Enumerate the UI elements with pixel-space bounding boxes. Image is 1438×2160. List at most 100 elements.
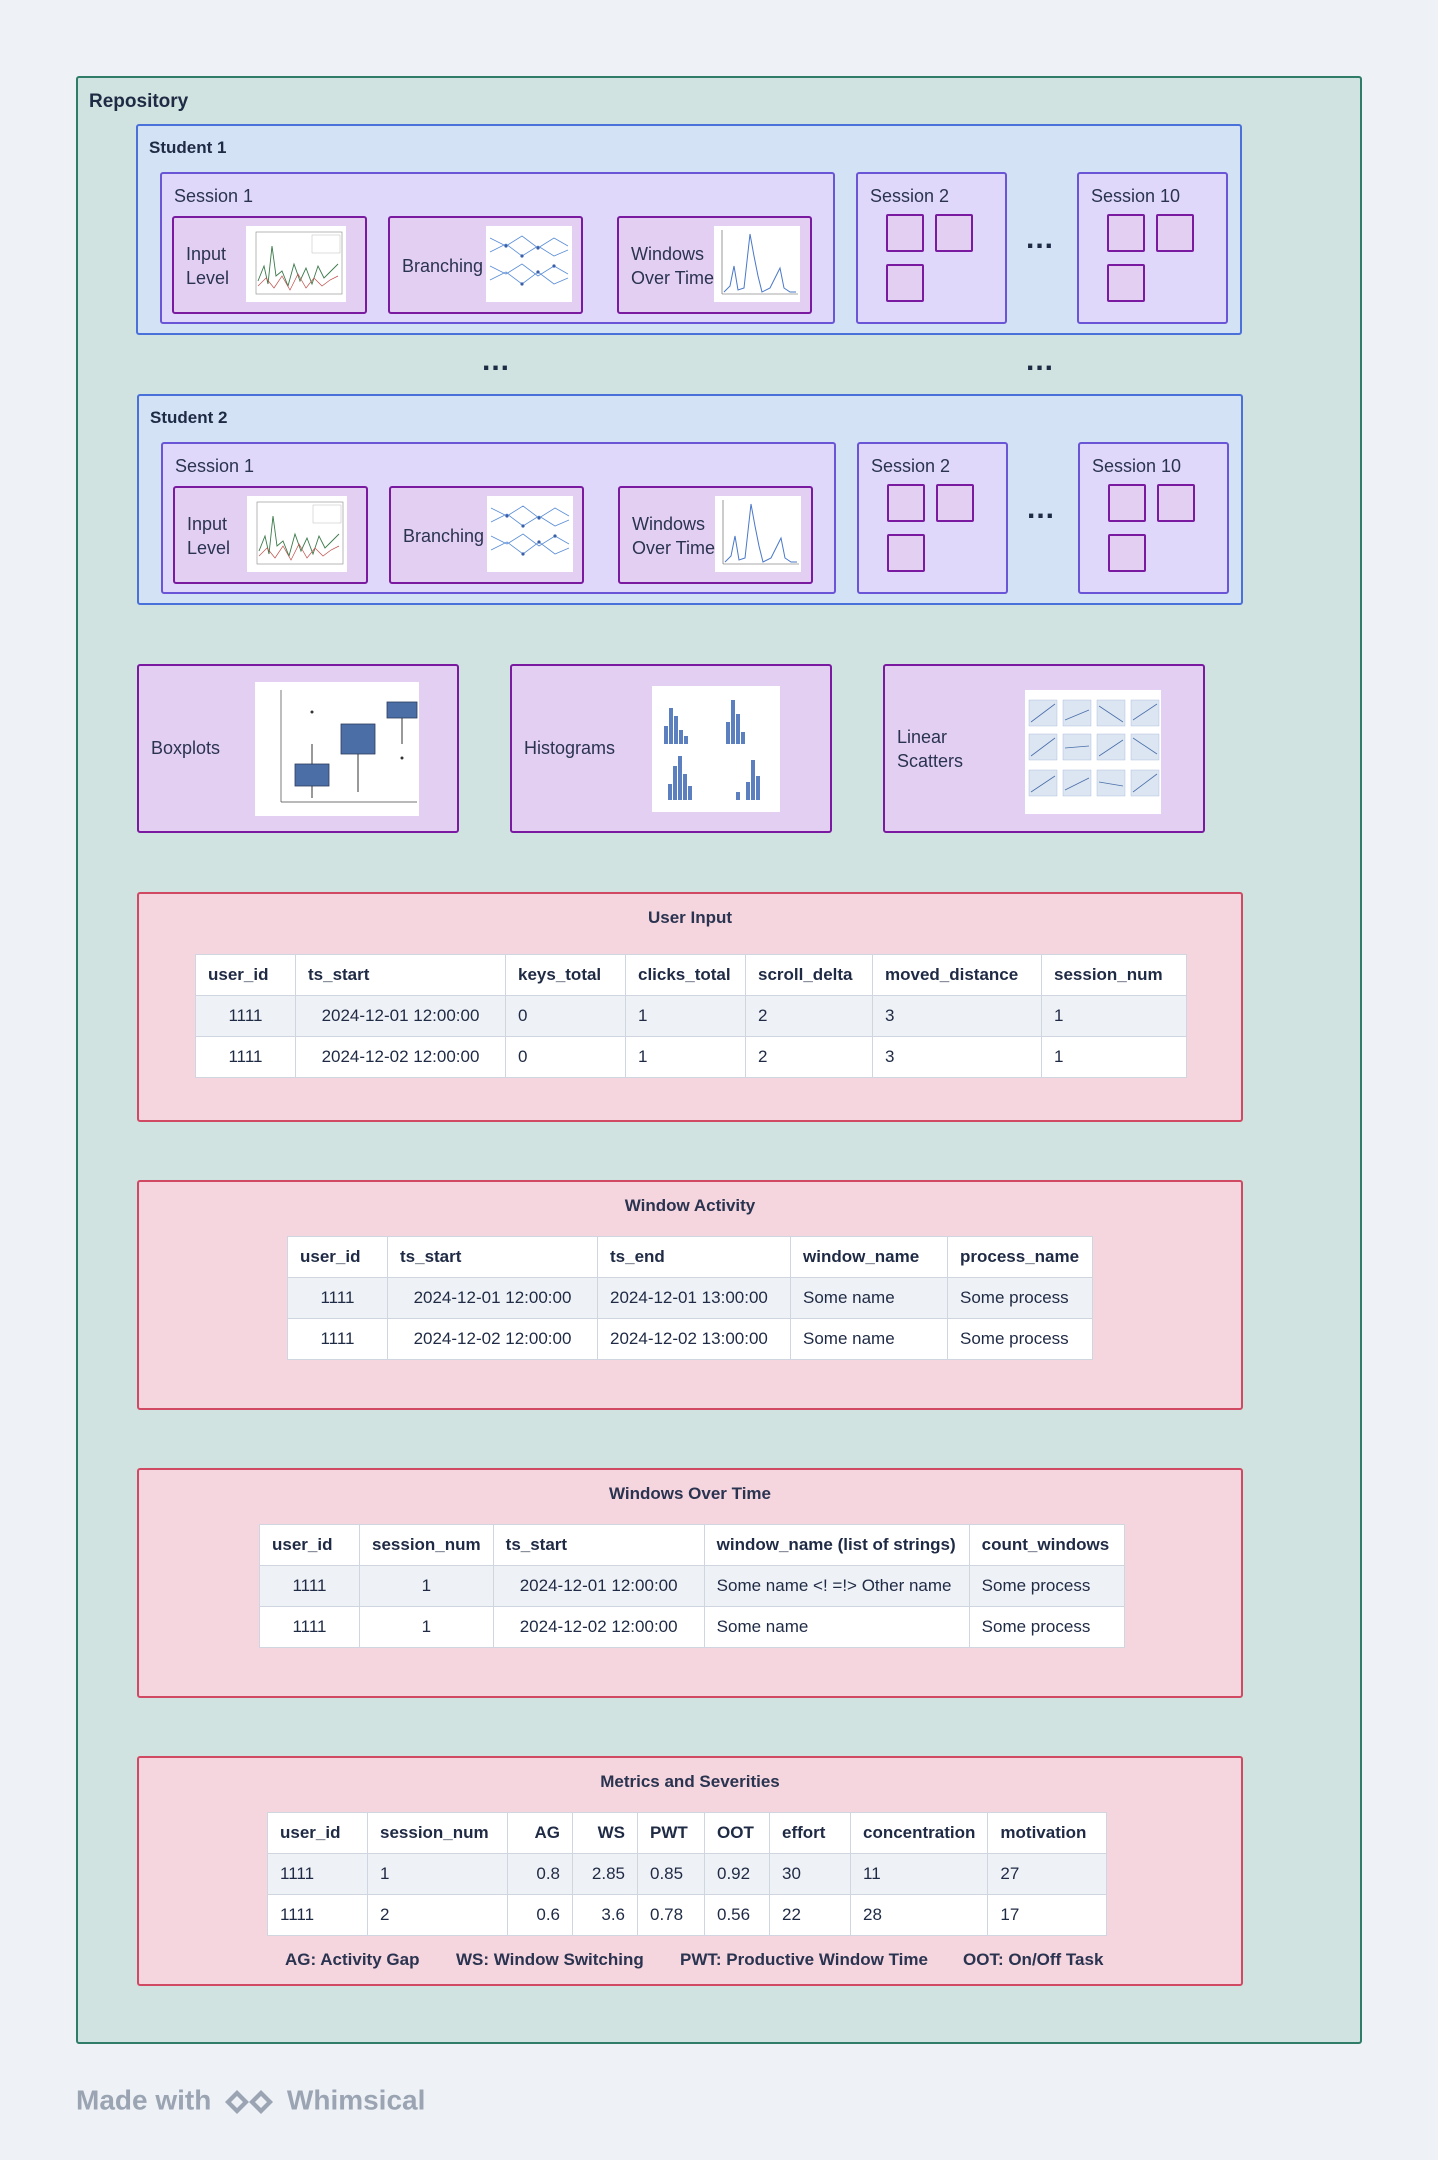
windows-over-time-thumbnail: [714, 226, 800, 302]
column-header: user_id: [259, 1524, 360, 1566]
histograms-thumbnail: [652, 686, 780, 812]
table-cell: 27: [987, 1853, 1108, 1895]
table-cell: 30: [769, 1853, 851, 1895]
student-2-session-10: Session 10: [1078, 442, 1229, 594]
card-label: Branching: [402, 256, 484, 276]
column-header: ts_start: [492, 1524, 705, 1566]
user-input-table: user_id ts_start keys_total clicks_total…: [195, 954, 1187, 1078]
table-header-row: user_id session_num AG WS PWT OOT effort…: [267, 1812, 1108, 1854]
table-cell: 3.6: [572, 1894, 638, 1936]
table-cell: 0.85: [637, 1853, 705, 1895]
column-header: window_name: [790, 1236, 948, 1278]
session-title: Session 2: [870, 186, 950, 206]
boxplots-thumbnail: [255, 682, 419, 816]
table-cell: 2024-12-02 12:00:00: [492, 1606, 705, 1648]
table-cell: 0.8: [507, 1853, 573, 1895]
column-header: ts_start: [295, 954, 506, 996]
made-with-whimsical[interactable]: Made with Whimsical: [76, 2084, 425, 2120]
table-cell: 1: [367, 1853, 508, 1895]
mini-card: [887, 534, 925, 572]
legend-oot: OOT: On/Off Task: [963, 1950, 1104, 1969]
metrics-panel: Metrics and Severities user_id session_n…: [137, 1756, 1243, 1986]
session-ellipsis: ...: [1026, 222, 1055, 255]
legend-ws: WS: Window Switching: [456, 1950, 644, 1969]
table-cell: 2024-12-02 13:00:00: [597, 1318, 791, 1360]
table-cell: 17: [987, 1894, 1108, 1936]
card-label: Boxplots: [151, 738, 221, 758]
table-row: 1111 2024-12-01 12:00:00 0 1 2 3 1: [195, 995, 1187, 1037]
table-cell: 1: [625, 995, 746, 1037]
table-cell: 3: [872, 995, 1042, 1037]
linear-scatters-thumbnail: [1025, 690, 1161, 814]
table-row: 1111 2024-12-02 12:00:00 0 1 2 3 1: [195, 1036, 1187, 1078]
table-cell: 0: [505, 995, 626, 1037]
table-row: 1111 1 2024-12-01 12:00:00 Some name <! …: [259, 1565, 1125, 1607]
card-label: Branching: [403, 526, 485, 546]
metrics-table: user_id session_num AG WS PWT OOT effort…: [267, 1812, 1108, 1936]
table-cell: 1111: [195, 1036, 296, 1078]
card-label: Windows Over Time: [632, 514, 716, 558]
table-cell: 1111: [267, 1853, 368, 1895]
students-ellipsis-left: ...: [482, 344, 511, 377]
student-1-session-2: Session 2: [856, 172, 1007, 324]
mini-card: [1108, 534, 1146, 572]
table-cell: 2024-12-01 12:00:00: [387, 1277, 598, 1319]
column-header: count_windows: [968, 1524, 1125, 1566]
table-row: 1111 2 0.6 3.6 0.78 0.56 22 28 17: [267, 1894, 1108, 1936]
table-cell: 0.92: [704, 1853, 770, 1895]
table-cell: 1: [359, 1565, 494, 1607]
student-2-session-2: Session 2: [857, 442, 1008, 594]
panel-title: Window Activity: [624, 1196, 756, 1215]
panel-title: User Input: [647, 908, 733, 927]
column-header: concentration: [849, 1812, 989, 1854]
column-header: session_num: [367, 1812, 508, 1854]
mini-card: [936, 484, 974, 522]
branching-thumbnail: [486, 226, 572, 302]
table-cell: 1111: [287, 1277, 388, 1319]
table-cell: Some name: [790, 1318, 948, 1360]
table-cell: 0.6: [507, 1894, 573, 1936]
boxplots-card: Boxplots: [137, 664, 459, 833]
student-1-session-10: Session 10: [1077, 172, 1228, 324]
windows-over-time-card: Windows Over Time: [617, 216, 812, 314]
table-header-row: user_id session_num ts_start window_name…: [259, 1524, 1125, 1566]
branching-card: Branching: [389, 486, 584, 584]
repository-title: Repository: [89, 91, 189, 112]
table-header-row: user_id ts_start keys_total clicks_total…: [195, 954, 1187, 996]
window-activity-panel: Window Activity user_id ts_start ts_end …: [137, 1180, 1243, 1410]
column-header: scroll_delta: [745, 954, 873, 996]
session-title: Session 1: [174, 186, 254, 206]
table-cell: 2024-12-01 12:00:00: [492, 1565, 705, 1607]
linear-scatters-card: Linear Scatters: [883, 664, 1205, 833]
column-header: ts_start: [387, 1236, 598, 1278]
session-title: Session 1: [175, 456, 255, 476]
table-cell: 1111: [287, 1318, 388, 1360]
table-cell: 1: [625, 1036, 746, 1078]
made-with-label: Made with: [76, 2084, 212, 2116]
column-header: effort: [769, 1812, 851, 1854]
column-header: OOT: [704, 1812, 770, 1854]
mini-card: [886, 264, 924, 302]
column-header: WS: [572, 1812, 638, 1854]
windows-over-time-card: Windows Over Time: [618, 486, 813, 584]
table-header-row: user_id ts_start ts_end window_name proc…: [287, 1236, 1093, 1278]
column-header: window_name (list of strings): [703, 1524, 970, 1566]
table-cell: 2: [367, 1894, 508, 1936]
table-cell: 0.56: [704, 1894, 770, 1936]
table-cell: 2: [745, 1036, 873, 1078]
windows-over-time-thumbnail: [715, 496, 801, 572]
user-input-panel: User Input user_id ts_start keys_total c…: [137, 892, 1243, 1122]
column-header: clicks_total: [625, 954, 746, 996]
table-cell: 3: [872, 1036, 1042, 1078]
column-header: user_id: [195, 954, 296, 996]
table-cell: 1111: [259, 1606, 360, 1648]
table-cell: Some name: [790, 1277, 948, 1319]
input-level-card: Input Level: [172, 216, 367, 314]
table-row: 1111 2024-12-02 12:00:00 2024-12-02 13:0…: [287, 1318, 1093, 1360]
column-header: motivation: [987, 1812, 1108, 1854]
mini-card: [887, 484, 925, 522]
card-label: Input Level: [186, 244, 230, 288]
session-ellipsis: ...: [1027, 492, 1056, 525]
table-cell: 0.78: [637, 1894, 705, 1936]
column-header: user_id: [267, 1812, 368, 1854]
